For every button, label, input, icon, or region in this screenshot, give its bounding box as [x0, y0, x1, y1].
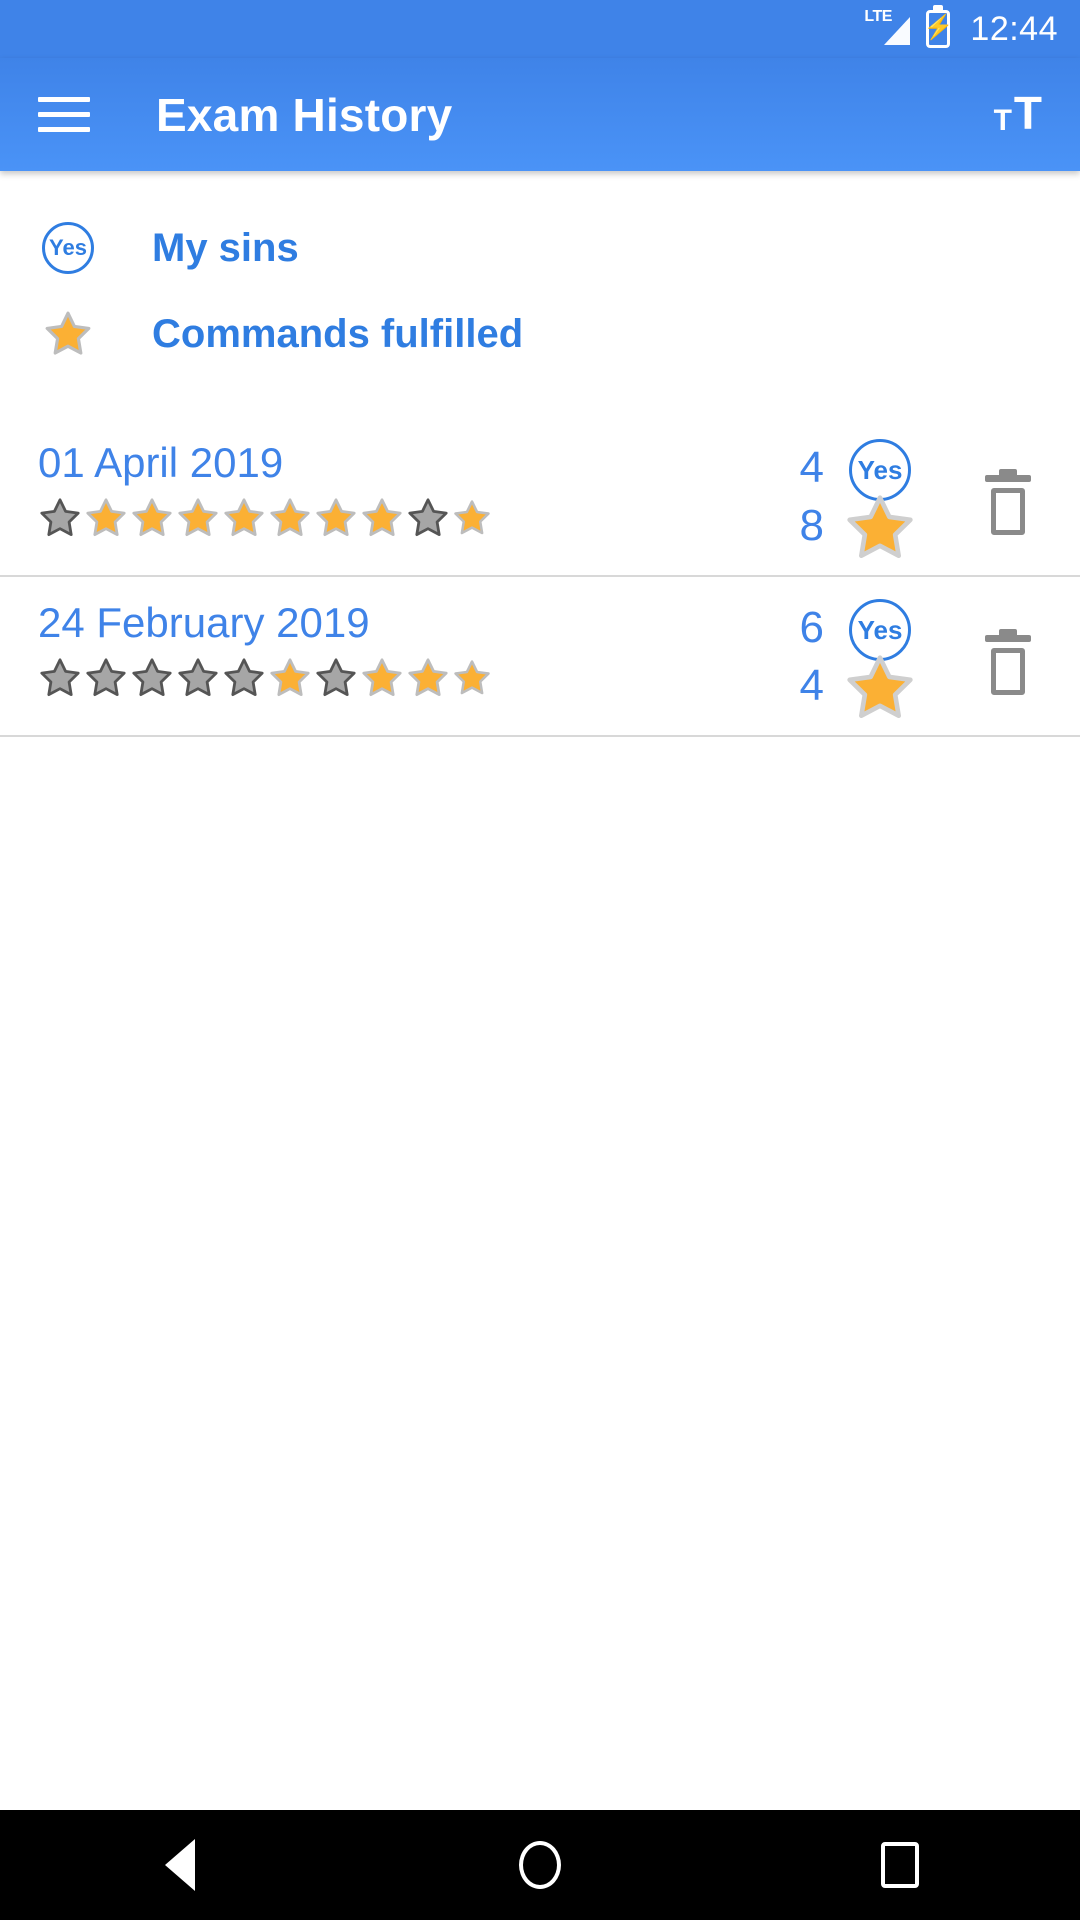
star-icon [40, 658, 80, 697]
star-icon [178, 658, 218, 697]
delete-button[interactable] [936, 595, 1080, 735]
row-main: 01 April 2019 [38, 435, 732, 539]
star-icon [316, 658, 356, 697]
android-navigation-bar [0, 1810, 1080, 1920]
star-icon [270, 658, 310, 697]
star-icon-glyph [45, 311, 91, 355]
row-date: 01 April 2019 [38, 439, 284, 486]
battery-charging-icon: ⚡ [923, 10, 953, 48]
delete-button[interactable] [936, 435, 1080, 575]
signal-bars-icon: LTE [864, 9, 911, 49]
format-text-size-icon[interactable]: T T [993, 87, 1042, 140]
star-icon [86, 498, 126, 537]
star-icon [38, 310, 98, 358]
row-counts: 4 8 [732, 435, 824, 555]
star-icon [847, 495, 913, 559]
star-icon [86, 658, 126, 697]
hamburger-menu-icon[interactable] [38, 93, 92, 137]
row-sins-count: 4 [799, 443, 824, 492]
row-metric-icons: Yes [824, 595, 936, 719]
row-sins-count: 6 [799, 603, 824, 652]
row-star-rating [38, 657, 722, 699]
row-commands-count: 8 [799, 501, 824, 550]
yes-circle-glyph: Yes [42, 222, 94, 274]
status-bar: LTE ⚡ 12:44 [0, 0, 1080, 58]
row-metric-icons: Yes [824, 435, 936, 559]
text-size-large-glyph: T [1013, 87, 1042, 140]
exam-history-list: 01 April 2019 4 8 Yes 24 February 2019 6… [0, 417, 1080, 737]
star-icon [40, 498, 80, 537]
legend-item-label: Commands fulfilled [152, 311, 524, 356]
yes-circle-icon: Yes [849, 439, 911, 501]
text-size-small-glyph: T [993, 104, 1012, 138]
star-icon [408, 498, 448, 537]
star-icon [178, 498, 218, 537]
star-icon [408, 658, 448, 697]
star-icon [224, 498, 264, 537]
star-icon [316, 498, 356, 537]
table-row[interactable]: 01 April 2019 4 8 Yes [0, 417, 1080, 577]
legend-item-commands-fulfilled: Commands fulfilled [38, 291, 1080, 377]
status-bar-clock: 12:44 [970, 9, 1058, 48]
legend: Yes My sins Commands fulfilled [0, 171, 1080, 377]
row-star-rating [38, 497, 722, 539]
back-triangle-icon[interactable] [120, 1810, 240, 1920]
row-date: 24 February 2019 [38, 599, 370, 646]
star-icon [132, 498, 172, 537]
status-bar-icons: LTE ⚡ 12:44 [864, 9, 1058, 49]
home-circle-icon[interactable] [480, 1810, 600, 1920]
legend-item-label: My sins [152, 225, 299, 270]
star-icon [847, 655, 913, 719]
content-area: Yes My sins Commands fulfilled 01 April … [0, 171, 1080, 1810]
star-icon [270, 498, 310, 537]
star-icon [362, 658, 402, 697]
star-icon [224, 658, 264, 697]
star-icon [362, 498, 402, 537]
legend-item-my-sins: Yes My sins [38, 205, 1080, 291]
page-title: Exam History [156, 88, 453, 141]
yes-circle-icon: Yes [38, 222, 98, 274]
trash-icon[interactable] [985, 469, 1031, 535]
phone-screen: LTE ⚡ 12:44 Exam History T T Yes My sins… [0, 0, 1080, 1920]
star-icon [132, 658, 172, 697]
recents-square-icon[interactable] [840, 1810, 960, 1920]
row-commands-count: 4 [799, 661, 824, 710]
yes-circle-icon: Yes [849, 599, 911, 661]
star-icon [454, 500, 490, 535]
star-icon [454, 660, 490, 695]
row-main: 24 February 2019 [38, 595, 732, 699]
table-row[interactable]: 24 February 2019 6 4 Yes [0, 577, 1080, 737]
row-counts: 6 4 [732, 595, 824, 715]
app-bar: Exam History T T [0, 58, 1080, 171]
trash-icon[interactable] [985, 629, 1031, 695]
